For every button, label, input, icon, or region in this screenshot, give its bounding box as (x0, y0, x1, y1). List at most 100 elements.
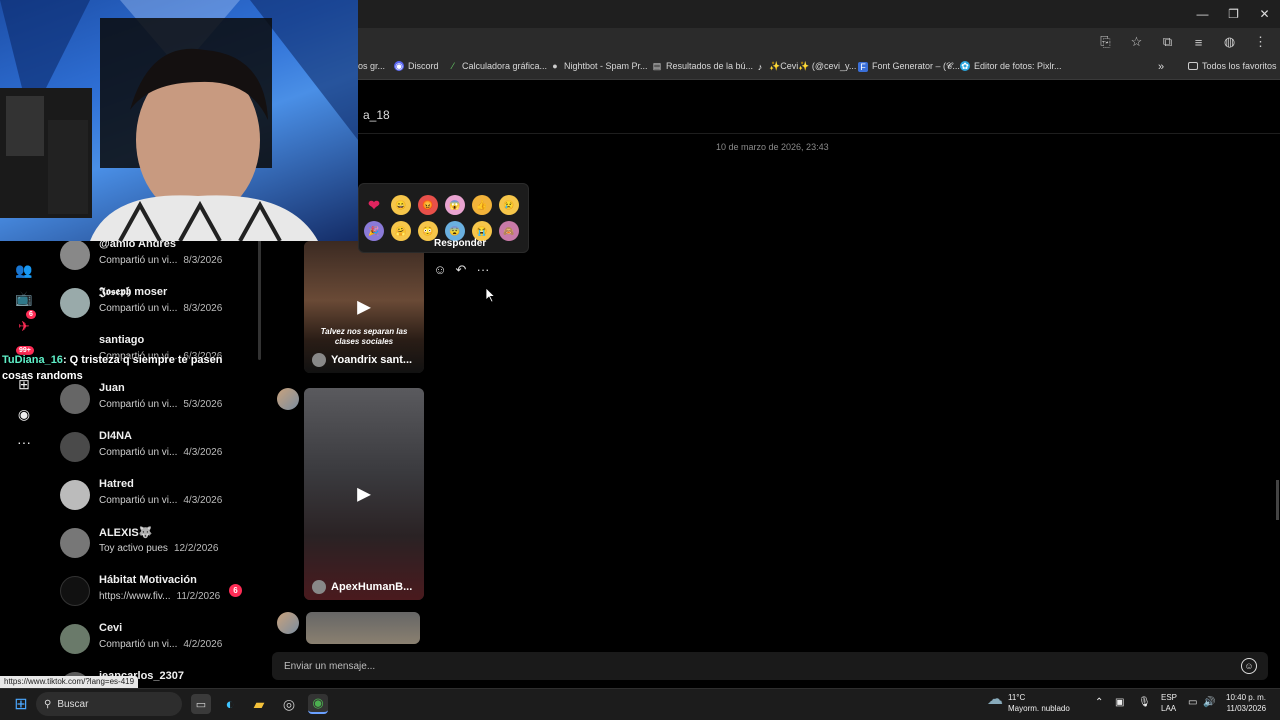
discord-icon: ◉ (394, 61, 404, 71)
video-thumbnail (306, 612, 420, 644)
list-scrollbar[interactable] (258, 240, 261, 360)
page-scrollbar[interactable] (1276, 480, 1279, 520)
extensions-icon[interactable]: ⧉ (1154, 30, 1181, 54)
menu-icon[interactable]: ⋮ (1247, 30, 1274, 54)
avatar (277, 612, 299, 634)
status-url: https://www.tiktok.com/?lang=es-419 (0, 676, 139, 688)
bookmark-item[interactable]: ⁄ Calculadora gráfica... (448, 61, 547, 71)
more-icon[interactable]: ··· (14, 432, 34, 452)
conversation-snippet: https://www.fiv... 11/2/2026 (99, 591, 221, 602)
profile-icon[interactable]: ◉ (14, 404, 34, 424)
volume-icon[interactable]: 🔊 (1203, 697, 1215, 708)
microphone-icon[interactable]: 🎙 (1138, 697, 1151, 708)
conversation-item[interactable]: Hábitat Motivación https://www.fiv... 11/… (48, 570, 260, 618)
thumbs-up-reaction[interactable]: 👍 (472, 195, 492, 215)
message-input[interactable] (272, 652, 1268, 680)
chrome-icon[interactable]: ◉ (308, 694, 328, 714)
bookmark-item[interactable]: os gr... (358, 61, 385, 71)
reply-tooltip: Responder (434, 238, 487, 249)
conversation-item[interactable]: 𝕵𝖔𝖘𝖊𝖕𝖍 moser Compartió un vi... 8/3/2026 (48, 282, 260, 330)
bookmark-item[interactable]: ▤ Resultados de la bú... (652, 61, 753, 71)
app-icon[interactable]: ◎ (279, 694, 299, 714)
laugh-reaction[interactable]: 😄 (391, 195, 411, 215)
conversation-name: Hábitat Motivación (99, 574, 197, 586)
tray-expand-icon[interactable]: ⌃ (1095, 697, 1103, 708)
stream-chat-message: TuDiana_16: Q tristeza q siempre te pase… (2, 352, 232, 384)
bookmark-item[interactable]: F Font Generator – (𝓒... (858, 61, 960, 72)
tray-app-icon[interactable]: ▣ (1115, 697, 1124, 708)
toolbar-right: ⎘ ☆ ⧉ ≡ ◍ ⋮ (1092, 28, 1274, 56)
bookmark-item[interactable]: ♪ ✨Cevi✨ (@cevi_y... (755, 61, 857, 72)
conversation-name: 𝕵𝖔𝖘𝖊𝖕𝖍 moser (99, 286, 168, 298)
taskbar-search[interactable]: ⚲ Buscar (36, 692, 182, 716)
inbox-icon[interactable]: ✈ 6 (14, 310, 36, 336)
left-rail: 👥 📺 ✈ 6 ⊞ ◉ ··· 99+ (0, 240, 48, 680)
network-icon[interactable]: ▭ (1188, 697, 1197, 708)
conversation-name: santiago (99, 334, 145, 346)
monkey-reaction[interactable]: 🙈 (499, 221, 519, 241)
windows-start-icon[interactable]: ⊞ (11, 694, 31, 714)
live-icon[interactable]: 📺 (14, 288, 34, 308)
angry-reaction[interactable]: 😡 (418, 195, 438, 215)
pixlr-icon: ✿ (960, 61, 970, 71)
file-explorer-icon[interactable]: ▰ (249, 694, 269, 714)
bookmark-item[interactable]: ● Nightbot - Spam Pr... (550, 61, 647, 71)
react-icon[interactable]: ☺ (432, 262, 448, 277)
webcam-overlay (0, 0, 358, 241)
install-icon[interactable]: ⎘ (1092, 30, 1119, 54)
heart-reaction[interactable]: ❤ (364, 195, 384, 215)
language-indicator[interactable]: ESP LAA (1161, 692, 1177, 714)
conversation-item[interactable]: ALEXIS🐺 Toy activo pues 12/2/2026 (48, 522, 260, 570)
nightbot-icon: ● (552, 61, 558, 71)
task-view-icon[interactable]: ▭ (191, 694, 211, 714)
more-bookmarks-button[interactable]: » (1158, 61, 1164, 73)
conversation-item[interactable]: DI4NA Compartió un vi... 4/3/2026 (48, 426, 260, 474)
more-options-icon[interactable]: ··· (475, 262, 491, 277)
avatar (312, 580, 326, 594)
edge-icon[interactable]: ◐ (220, 694, 240, 714)
bookmark-item[interactable]: ◉ Discord (394, 61, 439, 71)
profile-icon[interactable]: ◍ (1216, 30, 1243, 54)
conversation-item[interactable]: Hatred Compartió un vi... 4/3/2026 (48, 474, 260, 522)
conversation-item[interactable]: @amio Andrés Compartió un vi... 8/3/2026 (48, 234, 260, 282)
shared-video[interactable]: ▶ ApexHumanB... (304, 388, 424, 600)
weather-widget[interactable]: 11°C Mayorm. nublado (1008, 692, 1070, 714)
play-icon: ▶ (357, 296, 371, 317)
hug-reaction[interactable]: 🤗 (391, 221, 411, 241)
shared-video[interactable]: ▶ Talvez nos separan las clases sociales… (304, 241, 424, 373)
avatar (60, 384, 90, 414)
star-icon[interactable]: ☆ (1123, 30, 1150, 54)
conversation-item[interactable]: Juan Compartió un vi... 5/3/2026 (48, 378, 260, 426)
window-controls: — ❐ ✕ (1187, 0, 1280, 28)
message-date: 10 de marzo de 2026, 23:43 (716, 142, 829, 152)
close-button[interactable]: ✕ (1249, 0, 1280, 28)
search-icon: ⚲ (44, 698, 52, 710)
avatar (60, 240, 90, 270)
emoji-icon[interactable]: ☺ (1241, 658, 1257, 674)
folder-icon (1188, 62, 1198, 70)
media-icon[interactable]: ≡ (1185, 30, 1212, 54)
video-author: Yoandrix sant... (312, 353, 418, 367)
conversation-snippet: Toy activo pues 12/2/2026 (99, 543, 219, 554)
conversation-name: ALEXIS🐺 (99, 527, 153, 539)
shocked-reaction[interactable]: 😱 (445, 195, 465, 215)
conversation-snippet: Compartió un vi... 4/3/2026 (99, 447, 223, 458)
minimize-button[interactable]: — (1187, 0, 1218, 28)
divider (262, 133, 1280, 134)
weather-icon: ☁ (987, 691, 1003, 708)
bookmark-item[interactable]: ✿ Editor de fotos: Pixlr... (960, 61, 1062, 71)
reply-icon[interactable]: ↶ (453, 262, 469, 278)
party-reaction[interactable]: 🎉 (364, 221, 384, 241)
avatar (60, 528, 90, 558)
following-icon[interactable]: 👥 (14, 260, 34, 280)
sad-reaction[interactable]: 😢 (499, 195, 519, 215)
conversation-snippet: Compartió un vi... 8/3/2026 (99, 303, 223, 314)
clock[interactable]: 10:40 p. m. 11/03/2026 (1226, 692, 1266, 714)
avatar (60, 432, 90, 462)
maximize-button[interactable]: ❐ (1218, 0, 1249, 28)
all-favorites[interactable]: Todos los favoritos (1188, 61, 1277, 71)
webcam-feed (0, 0, 358, 241)
conversation-item[interactable]: Cevi Compartió un vi... 4/2/2026 (48, 618, 260, 666)
avatar (60, 624, 90, 654)
shared-video[interactable] (306, 612, 420, 644)
